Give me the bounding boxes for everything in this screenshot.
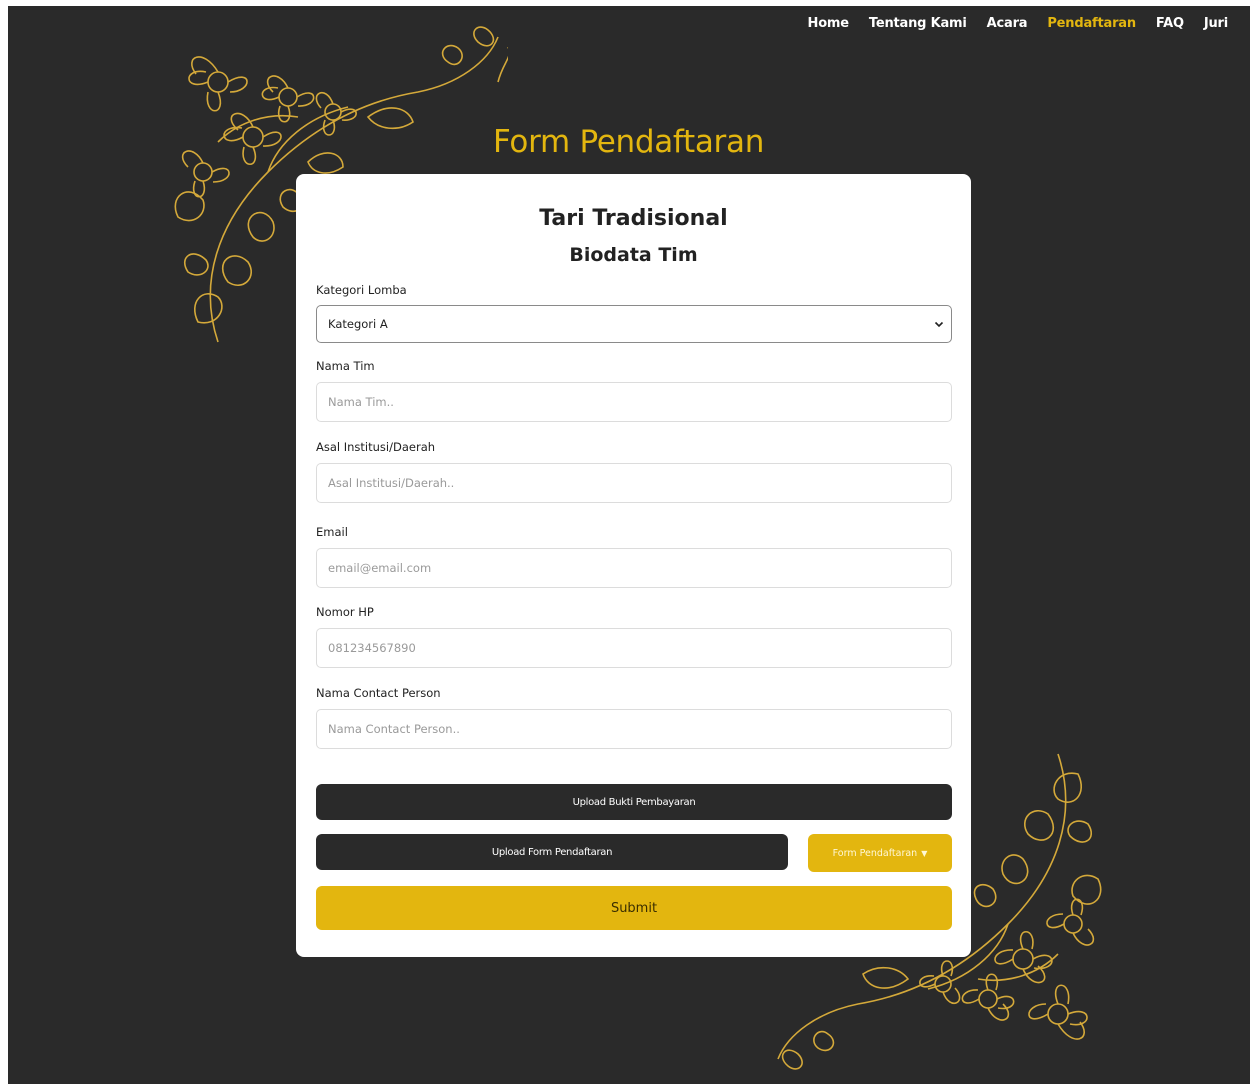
page-title: Form Pendaftaran <box>493 124 765 160</box>
page-background: Home Tentang Kami Acara Pendaftaran FAQ … <box>8 6 1250 1084</box>
nav-juri[interactable]: Juri <box>1204 16 1228 31</box>
nav-tentang-kami[interactable]: Tentang Kami <box>869 16 967 31</box>
email-field[interactable] <box>316 548 952 588</box>
form-pendaftaran-dropdown-label: Form Pendaftaran <box>832 847 918 859</box>
contact-input[interactable] <box>316 709 952 749</box>
nav-pendaftaran[interactable]: Pendaftaran <box>1047 16 1136 31</box>
form-pendaftaran-dropdown[interactable]: Form Pendaftaran ▼ <box>808 834 952 872</box>
nav-home[interactable]: Home <box>808 16 850 31</box>
email-label: Email <box>316 525 348 539</box>
nama-tim-label: Nama Tim <box>316 359 375 373</box>
registration-form-card: Tari Tradisional Biodata Tim Kategori Lo… <box>296 174 971 957</box>
nav-faq[interactable]: FAQ <box>1156 16 1184 31</box>
nama-tim-input[interactable] <box>316 382 952 422</box>
chevron-down-icon <box>933 318 945 330</box>
upload-bukti-button[interactable]: Upload Bukti Pembayaran <box>316 784 952 820</box>
asal-label: Asal Institusi/Daerah <box>316 440 436 454</box>
upload-form-button[interactable]: Upload Form Pendaftaran <box>316 834 788 870</box>
nomor-hp-input[interactable] <box>316 628 952 668</box>
submit-button[interactable]: Submit <box>316 886 952 930</box>
kategori-select[interactable]: Kategori A <box>316 305 952 343</box>
form-subtitle: Biodata Tim <box>569 244 698 266</box>
nomor-hp-label: Nomor HP <box>316 605 374 619</box>
kategori-selected-value: Kategori A <box>328 317 388 331</box>
kategori-label: Kategori Lomba <box>316 283 407 297</box>
asal-input[interactable] <box>316 463 952 503</box>
form-title: Tari Tradisional <box>539 206 728 231</box>
nav-acara[interactable]: Acara <box>987 16 1028 31</box>
top-nav: Home Tentang Kami Acara Pendaftaran FAQ … <box>808 16 1229 31</box>
contact-label: Nama Contact Person <box>316 686 441 700</box>
caret-down-icon: ▼ <box>921 848 928 858</box>
